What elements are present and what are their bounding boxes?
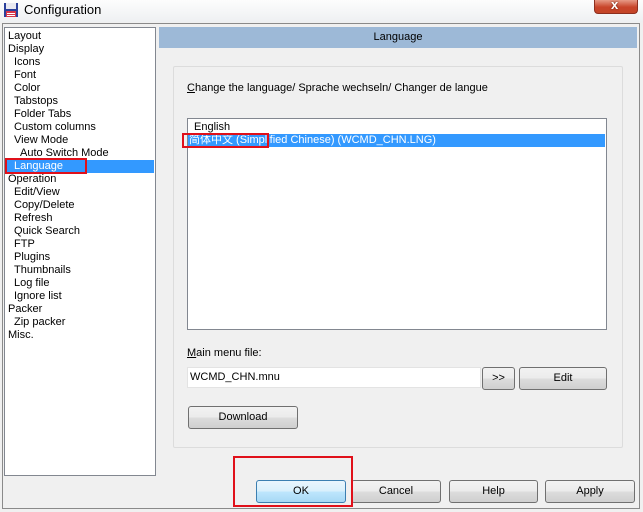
window-title: Configuration (24, 2, 102, 17)
tree-item[interactable]: Color (5, 82, 154, 95)
tree-item[interactable]: Log file (5, 277, 154, 290)
tree-item-label: Icons (14, 56, 41, 68)
tree-item-label: Edit/View (14, 186, 60, 198)
edit-button[interactable]: Edit (519, 367, 607, 390)
tree-item[interactable]: Copy/Delete (5, 199, 154, 212)
tree-item-label: Plugins (14, 251, 51, 263)
tree-item[interactable]: Folder Tabs (5, 108, 154, 121)
tree-item-label: Log file (14, 277, 50, 289)
tree-item[interactable]: Edit/View (5, 186, 154, 199)
tree-item[interactable]: Operation (5, 173, 154, 186)
tree-item[interactable]: Tabstops (5, 95, 154, 108)
tree-item[interactable]: Ignore list (5, 290, 154, 303)
tree-item-label: Font (14, 69, 37, 81)
tree-item-label: Zip packer (14, 316, 66, 328)
tree-item[interactable]: Misc. (5, 329, 154, 342)
tree-item-label: Packer (8, 303, 43, 315)
floppy-disk-icon (4, 3, 18, 17)
tree-item[interactable]: Plugins (5, 251, 154, 264)
download-button[interactable]: Download (188, 406, 298, 429)
tree-item[interactable]: Display (5, 43, 154, 56)
tree-item-label: Color (14, 82, 41, 94)
tree-item[interactable]: Zip packer (5, 316, 154, 329)
annotation-highlight-tree-item (5, 158, 87, 174)
tree-item-label: Folder Tabs (14, 108, 72, 120)
tree-item-label: Ignore list (14, 290, 62, 302)
close-button[interactable]: x (594, 0, 638, 14)
tree-item-label: Display (8, 43, 45, 55)
tree-item-label: Layout (8, 30, 42, 42)
title-bar: Configuration x (0, 0, 643, 22)
tree-item-label: Operation (8, 173, 57, 185)
tree-item-label: Misc. (8, 329, 34, 341)
tree-item-label: Custom columns (14, 121, 96, 133)
section-header: Language (159, 27, 637, 48)
tree-item[interactable]: Thumbnails (5, 264, 154, 277)
browse-button[interactable]: >> (482, 367, 515, 390)
tree-item[interactable]: FTP (5, 238, 154, 251)
tree-item[interactable]: Icons (5, 56, 154, 69)
tree-item[interactable]: Layout (5, 30, 154, 43)
language-listbox[interactable]: English 简体中文 (Simplified Chinese) (WCMD_… (187, 118, 607, 330)
annotation-highlight-ok (233, 456, 353, 507)
tree-item-label: FTP (14, 238, 35, 250)
tree-item[interactable]: Packer (5, 303, 154, 316)
help-button[interactable]: Help (449, 480, 538, 503)
tree-item[interactable]: Quick Search (5, 225, 154, 238)
tree-item[interactable]: Font (5, 69, 154, 82)
tree-item-label: Tabstops (14, 95, 59, 107)
tree-item[interactable]: Refresh (5, 212, 154, 225)
tree-item-label: Quick Search (14, 225, 81, 237)
cancel-button[interactable]: Cancel (351, 480, 441, 503)
main-menu-label: Main menu file: (187, 347, 262, 359)
annotation-highlight-language-item (182, 133, 269, 148)
tree-item[interactable]: Custom columns (5, 121, 154, 134)
tree-item-label: Copy/Delete (14, 199, 75, 211)
main-menu-file-input[interactable]: WCMD_CHN.mnu (187, 367, 481, 388)
tree-item-label: Refresh (14, 212, 53, 224)
tree-item-label: Thumbnails (14, 264, 71, 276)
settings-tree[interactable]: Layout Display Icons Font Color Tabstops Folde… (4, 27, 156, 476)
tree-item[interactable]: View Mode (5, 134, 154, 147)
apply-button[interactable]: Apply (545, 480, 635, 503)
close-icon: x (611, 0, 619, 12)
tree-item-label: View Mode (14, 134, 69, 146)
change-language-label: Change the language/ Sprache wechseln/ C… (187, 82, 488, 94)
